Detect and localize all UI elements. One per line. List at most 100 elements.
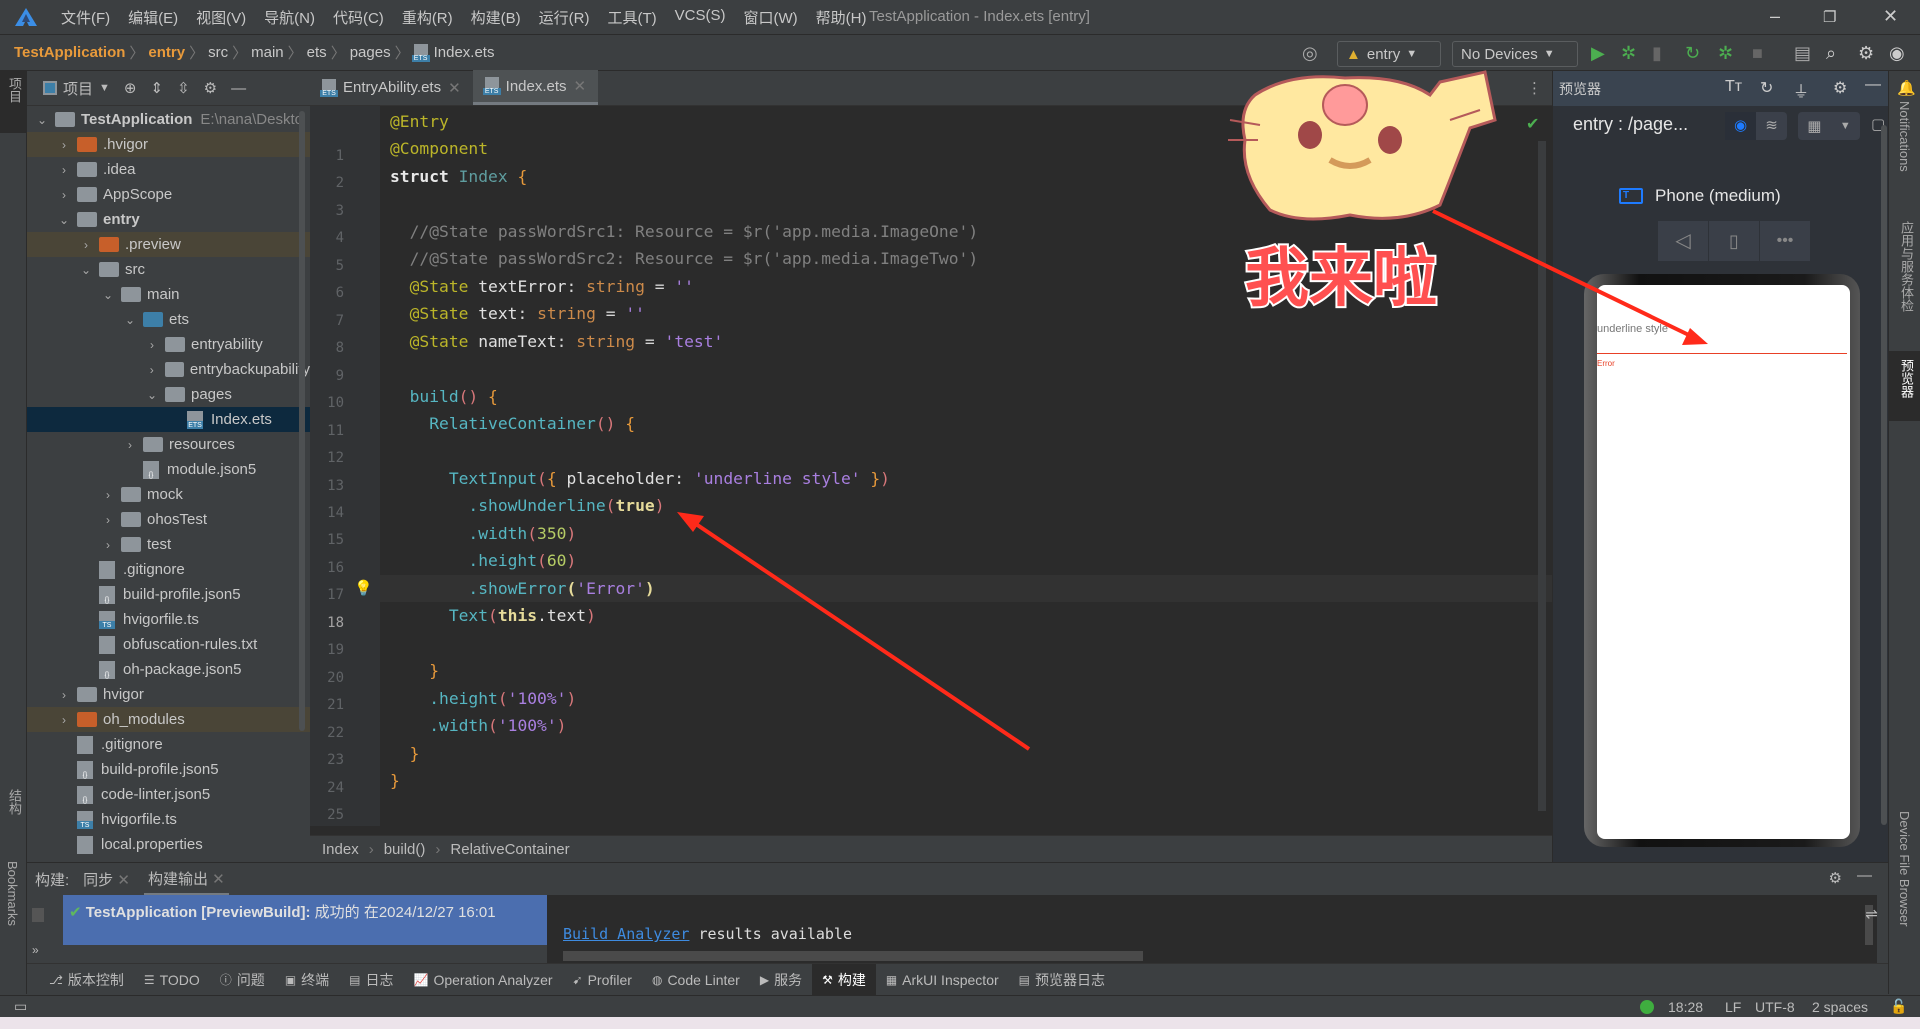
chevron-right-icon[interactable]: › xyxy=(57,188,71,202)
device-file-browser-tool-button[interactable]: Device File Browser xyxy=(1897,811,1912,927)
hide-panel-icon[interactable]: — xyxy=(1865,76,1881,94)
debug-attach-icon[interactable]: ✲ xyxy=(1718,43,1733,64)
code-line[interactable]: .showUnderline(true) xyxy=(390,492,664,519)
tool-tab[interactable]: ▤ 预览器日志 xyxy=(1009,964,1115,996)
tool-tab[interactable]: ➹ Profiler xyxy=(563,964,642,996)
tool-tab[interactable]: ⚒ 构建 xyxy=(812,963,876,996)
code-line[interactable]: Text(this.text) xyxy=(390,602,596,629)
tree-item[interactable]: ⌄ pages xyxy=(27,382,310,407)
run-icon[interactable]: ▶ xyxy=(1591,43,1605,64)
back-icon[interactable]: ◁ xyxy=(1658,221,1709,261)
menu-item[interactable]: 重构(R) xyxy=(393,7,462,28)
project-tool-button[interactable]: 项目 xyxy=(0,71,27,133)
tree-item[interactable]: {} code-linter.json5 xyxy=(27,782,310,807)
close-tab-icon[interactable]: ✕ xyxy=(117,872,130,889)
target-icon[interactable]: ◎ xyxy=(1302,43,1318,64)
structure-tool-button[interactable]: 结构 xyxy=(5,789,24,815)
build-analyzer-link[interactable]: Build Analyzer xyxy=(563,925,689,943)
code-line[interactable]: //@State passWordSrc1: Resource = $r('ap… xyxy=(390,218,979,245)
code-line[interactable]: } xyxy=(390,657,439,684)
chevron-right-icon[interactable]: › xyxy=(101,513,115,527)
chevron-right-icon[interactable]: › xyxy=(57,163,71,177)
chevron-right-icon[interactable]: › xyxy=(79,238,93,252)
tool-tab[interactable]: ⓘ 问题 xyxy=(210,964,275,996)
device-selector[interactable]: No Devices ▼ xyxy=(1452,41,1578,67)
close-tab-icon[interactable]: ✕ xyxy=(574,77,587,95)
tree-item[interactable]: TS hvigorfile.ts xyxy=(27,807,310,832)
line-separator[interactable]: LF xyxy=(1725,999,1741,1015)
more-tabs-icon[interactable]: ⋮ xyxy=(1527,79,1542,97)
crumb-ets[interactable]: ets xyxy=(307,44,327,61)
menu-item[interactable]: 窗口(W) xyxy=(734,7,806,28)
tree-item[interactable]: ⌄ entry xyxy=(27,207,310,232)
code-line[interactable]: TextInput({ placeholder: 'underline styl… xyxy=(390,465,890,492)
menu-item[interactable]: 运行(R) xyxy=(530,7,599,28)
crumb-struct[interactable]: Index xyxy=(322,841,359,858)
crumb-file[interactable]: Index.ets xyxy=(434,44,495,61)
toggle-tool-windows-icon[interactable]: ▭ xyxy=(14,998,27,1015)
account-icon[interactable]: ◉ xyxy=(1889,43,1905,64)
tool-tab[interactable]: ◍ Code Linter xyxy=(642,964,750,996)
tree-item[interactable]: .gitignore xyxy=(27,732,310,757)
attach-debugger-icon[interactable]: ▮ xyxy=(1652,43,1662,64)
refresh-icon[interactable]: ↻ xyxy=(1760,78,1773,98)
close-tab-icon[interactable]: ✕ xyxy=(212,871,225,888)
crumb-module[interactable]: entry xyxy=(148,44,185,61)
menu-item[interactable]: 构建(B) xyxy=(462,7,530,28)
menu-item[interactable]: VCS(S) xyxy=(666,7,735,28)
menu-item[interactable]: 文件(F) xyxy=(52,7,119,28)
code-line[interactable]: @State nameText: string = 'test' xyxy=(390,328,724,355)
tool-tab[interactable]: ▤ 日志 xyxy=(339,964,403,996)
restore-button[interactable]: ❐ xyxy=(1823,8,1836,26)
soft-wrap-icon[interactable]: ⇌ xyxy=(1865,905,1878,923)
tree-item[interactable]: ETS Index.ets xyxy=(27,407,310,432)
chevron-right-icon[interactable]: › xyxy=(101,538,115,552)
previewer-tool-button[interactable]: 预览器 xyxy=(1889,351,1920,421)
tree-item[interactable]: {} build-profile.json5 xyxy=(27,757,310,782)
crumb-src[interactable]: src xyxy=(208,44,228,61)
settings-icon[interactable]: ⚙ xyxy=(204,79,217,97)
preview-mode-toggle[interactable]: ◉ ≋ xyxy=(1725,112,1787,140)
search-icon[interactable]: ⌕ xyxy=(1826,43,1836,64)
tree-item[interactable]: › oh_modules xyxy=(27,707,310,732)
tree-item[interactable]: TS hvigorfile.ts xyxy=(27,607,310,632)
settings-icon[interactable]: ⚙ xyxy=(1858,43,1874,64)
code-line[interactable]: .width('100%') xyxy=(390,712,566,739)
tree-item[interactable]: {} oh-package.json5 xyxy=(27,657,310,682)
tree-item[interactable]: › .idea xyxy=(27,157,310,182)
chevron-down-icon[interactable]: ⌄ xyxy=(101,288,115,302)
tree-scrollbar[interactable] xyxy=(299,111,305,731)
rerun-icon[interactable]: ↻ xyxy=(1685,43,1700,64)
console-hscrollbar[interactable] xyxy=(563,951,1143,961)
locate-icon[interactable]: ⊕ xyxy=(124,79,137,97)
tool-tab[interactable]: ▦ ArkUI Inspector xyxy=(876,964,1009,996)
expand-all-icon[interactable]: ⇕ xyxy=(150,79,163,97)
menu-item[interactable]: 帮助(H) xyxy=(807,7,876,28)
layers-icon[interactable]: ≋ xyxy=(1756,112,1787,140)
tree-item[interactable]: › mock xyxy=(27,482,310,507)
tree-item[interactable]: › entryability xyxy=(27,332,310,357)
chevron-right-icon[interactable]: › xyxy=(145,338,159,352)
chevron-right-icon[interactable]: › xyxy=(145,363,159,377)
chevron-right-icon[interactable]: › xyxy=(101,488,115,502)
code-line[interactable]: build() { xyxy=(390,383,498,410)
chevron-down-icon[interactable]: ⌄ xyxy=(123,313,137,327)
settings-icon[interactable]: ⚙ xyxy=(1829,869,1842,887)
tree-item[interactable]: ⌄ main xyxy=(27,282,310,307)
tree-item[interactable]: ⌄ ets xyxy=(27,307,310,332)
bookmarks-tool-button[interactable]: Bookmarks xyxy=(5,861,20,926)
tree-item[interactable]: obfuscation-rules.txt xyxy=(27,632,310,657)
chevron-down-icon[interactable]: ⌄ xyxy=(35,113,49,127)
debug-icon[interactable]: ✲ xyxy=(1621,43,1636,64)
code-line[interactable]: struct Index { xyxy=(390,163,527,190)
tab-sync[interactable]: 同步 ✕ xyxy=(83,869,130,890)
code-line[interactable]: @State textError: string = '' xyxy=(390,273,694,300)
settings-icon[interactable]: ⚙ xyxy=(1833,78,1847,98)
code-line[interactable]: .height('100%') xyxy=(390,685,576,712)
code-line[interactable]: RelativeContainer() { xyxy=(390,410,635,437)
tab-build-output[interactable]: 构建输出 ✕ xyxy=(143,862,229,896)
inspector-eye-icon[interactable]: ◉ xyxy=(1725,112,1756,140)
collapse-all-icon[interactable]: ⇳ xyxy=(177,79,190,97)
preview-scrollbar[interactable] xyxy=(1881,125,1887,825)
chevron-down-icon[interactable]: ⌄ xyxy=(57,213,71,227)
